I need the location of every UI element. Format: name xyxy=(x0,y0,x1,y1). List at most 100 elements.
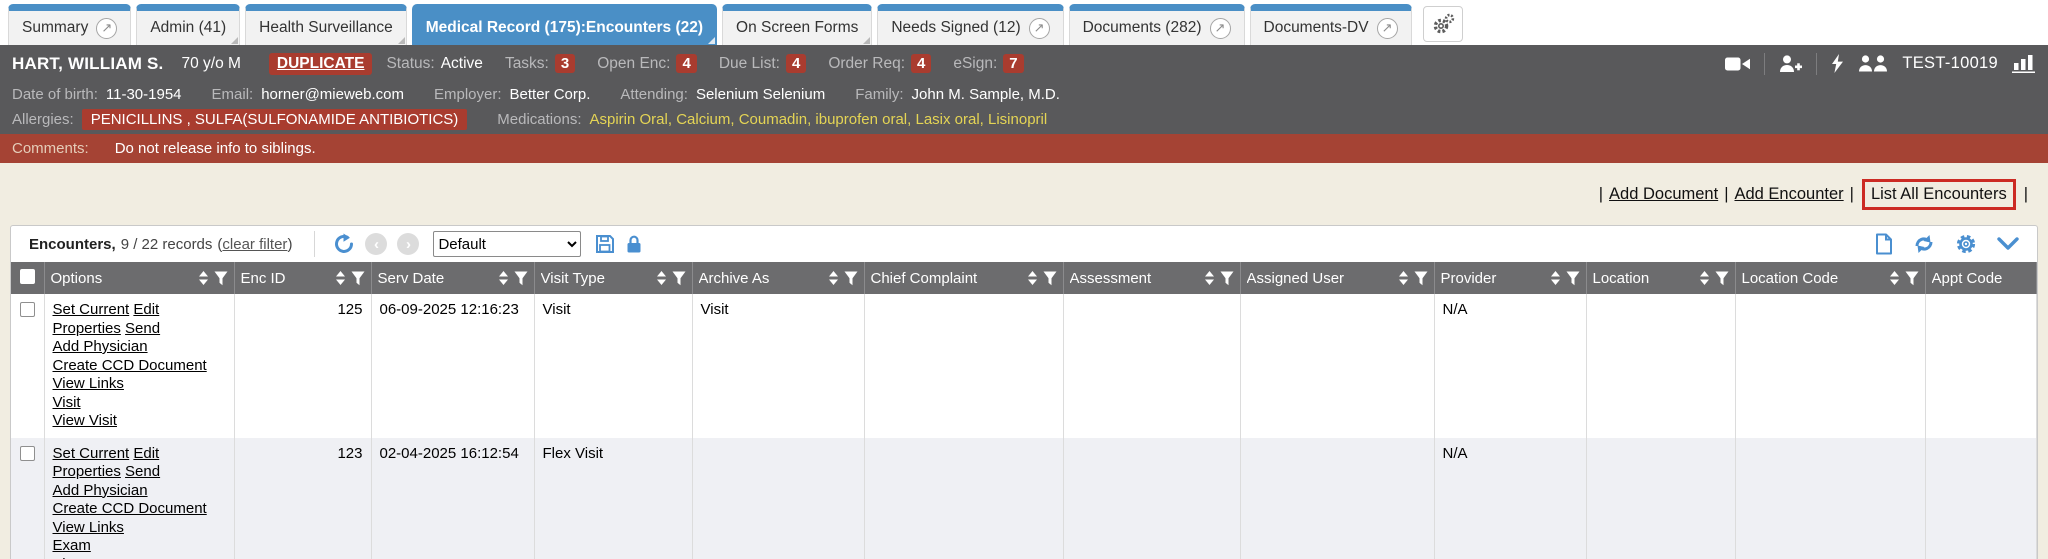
save-view-button[interactable] xyxy=(595,234,615,254)
popout-icon[interactable]: ↗ xyxy=(96,18,117,39)
medications-label: Medications: xyxy=(497,111,581,128)
tab-health-surveillance[interactable]: Health Surveillance xyxy=(245,4,407,45)
counter-badge[interactable]: 4 xyxy=(786,54,806,73)
column-header-chief-complaint[interactable]: Chief Complaint xyxy=(864,262,1063,294)
chart-stats-button[interactable] xyxy=(2012,54,2036,73)
column-label: Visit Type xyxy=(541,270,656,287)
add-person-button[interactable] xyxy=(1779,55,1802,73)
filter-funnel-icon[interactable] xyxy=(351,271,365,286)
filter-funnel-icon[interactable] xyxy=(1043,271,1057,286)
new-document-button[interactable] xyxy=(1875,233,1893,255)
filter-funnel-icon[interactable] xyxy=(514,271,528,286)
filter-funnel-icon[interactable] xyxy=(844,271,858,286)
filter-funnel-icon[interactable] xyxy=(1905,271,1919,286)
column-label: Serv Date xyxy=(378,270,498,287)
medications-list[interactable]: Aspirin Oral, Calcium, Coumadin, ibuprof… xyxy=(590,111,1048,128)
row-checkbox[interactable] xyxy=(20,302,35,317)
patients-button[interactable] xyxy=(1858,55,1888,72)
video-visit-button[interactable] xyxy=(1725,56,1750,72)
column-header-location-code[interactable]: Location Code xyxy=(1735,262,1925,294)
option-link-visit[interactable]: Visit xyxy=(53,394,81,411)
tab-on-screen-forms[interactable]: On Screen Forms xyxy=(722,4,872,45)
option-link-edit[interactable]: Edit xyxy=(133,445,159,462)
filter-funnel-icon[interactable] xyxy=(1715,271,1729,286)
prev-page-button[interactable]: ‹ xyxy=(365,233,387,255)
tab-needs-signed-12[interactable]: Needs Signed (12)↗ xyxy=(877,4,1063,45)
tab-documents-dv[interactable]: Documents-DV↗ xyxy=(1250,4,1412,45)
option-link-set-current[interactable]: Set Current xyxy=(53,445,130,462)
sort-icon[interactable] xyxy=(656,270,667,286)
counter-badge[interactable]: 3 xyxy=(555,54,575,73)
tab-admin-41[interactable]: Admin (41) xyxy=(136,4,240,45)
option-link-create-ccd-document[interactable]: Create CCD Document xyxy=(53,500,207,517)
action-link-add-encounter[interactable]: Add Encounter xyxy=(1734,185,1843,204)
duplicate-badge[interactable]: DUPLICATE xyxy=(269,53,373,75)
quick-action-button[interactable] xyxy=(1831,54,1844,73)
column-header-appt-code[interactable]: Appt Code xyxy=(1925,262,2037,294)
filter-funnel-icon[interactable] xyxy=(1566,271,1580,286)
option-link-edit[interactable]: Edit xyxy=(133,301,159,318)
refresh-button[interactable] xyxy=(1913,234,1935,254)
column-header-serv-date[interactable]: Serv Date xyxy=(371,262,534,294)
filter-funnel-icon[interactable] xyxy=(1414,271,1428,286)
column-header-provider[interactable]: Provider xyxy=(1434,262,1586,294)
option-link-view-visit[interactable]: View Visit xyxy=(53,412,117,429)
option-link-view-links[interactable]: View Links xyxy=(53,519,124,536)
tab-summary[interactable]: Summary↗ xyxy=(8,4,131,45)
sort-icon[interactable] xyxy=(1027,270,1038,286)
sort-icon[interactable] xyxy=(1889,270,1900,286)
option-link-add-physician[interactable]: Add Physician xyxy=(53,482,148,499)
email-value: horner@mieweb.com xyxy=(261,86,404,103)
column-header-options[interactable]: Options xyxy=(44,262,234,294)
option-link-send[interactable]: Send xyxy=(125,320,160,337)
sort-icon[interactable] xyxy=(335,270,346,286)
undo-filter-button[interactable] xyxy=(333,233,355,255)
option-link-add-physician[interactable]: Add Physician xyxy=(53,338,148,355)
option-link-properties[interactable]: Properties xyxy=(53,320,121,337)
clear-filter-link[interactable]: clear filter xyxy=(222,236,287,253)
column-header-archive-as[interactable]: Archive As xyxy=(692,262,864,294)
grid-settings-button[interactable] xyxy=(1955,233,1977,255)
option-link-create-ccd-document[interactable]: Create CCD Document xyxy=(53,357,207,374)
action-link-add-document[interactable]: Add Document xyxy=(1609,185,1718,204)
column-header-assessment[interactable]: Assessment xyxy=(1063,262,1240,294)
popout-icon[interactable]: ↗ xyxy=(1210,18,1231,39)
option-link-view-links[interactable]: View Links xyxy=(53,375,124,392)
action-link-list-all-encounters[interactable]: List All Encounters xyxy=(1871,185,2007,203)
column-header-visit-type[interactable]: Visit Type xyxy=(534,262,692,294)
sort-icon[interactable] xyxy=(1550,270,1561,286)
row-checkbox[interactable] xyxy=(20,446,35,461)
tab-documents-282[interactable]: Documents (282)↗ xyxy=(1069,4,1245,45)
sort-icon[interactable] xyxy=(828,270,839,286)
column-header-assigned-user[interactable]: Assigned User xyxy=(1240,262,1434,294)
collapse-panel-button[interactable] xyxy=(1997,237,2019,251)
tab-medical-record-175-encounters-22[interactable]: Medical Record (175):Encounters (22) xyxy=(412,4,717,45)
counter-badge[interactable]: 7 xyxy=(1003,54,1023,73)
option-link-view[interactable]: View xyxy=(53,556,85,559)
sort-icon[interactable] xyxy=(498,270,509,286)
option-link-properties[interactable]: Properties xyxy=(53,463,121,480)
tab-label: Health Surveillance xyxy=(259,19,393,37)
popout-icon[interactable]: ↗ xyxy=(1029,18,1050,39)
option-link-set-current[interactable]: Set Current xyxy=(53,301,130,318)
column-header-enc-id[interactable]: Enc ID xyxy=(234,262,371,294)
sort-icon[interactable] xyxy=(1204,270,1215,286)
option-link-exam[interactable]: Exam xyxy=(53,537,91,554)
counter-badge[interactable]: 4 xyxy=(676,54,696,73)
counter-badge[interactable]: 4 xyxy=(911,54,931,73)
filter-funnel-icon[interactable] xyxy=(214,271,228,286)
sort-icon[interactable] xyxy=(198,270,209,286)
tab-settings-button[interactable] xyxy=(1423,6,1463,42)
view-select[interactable]: Default xyxy=(433,231,581,257)
column-header-location[interactable]: Location xyxy=(1586,262,1735,294)
option-link-send[interactable]: Send xyxy=(125,463,160,480)
sort-icon[interactable] xyxy=(1398,270,1409,286)
allergies-badge[interactable]: PENICILLINS , SULFA(SULFONAMIDE ANTIBIOT… xyxy=(82,109,468,130)
filter-funnel-icon[interactable] xyxy=(1220,271,1234,286)
select-all-checkbox[interactable] xyxy=(20,269,35,284)
sort-icon[interactable] xyxy=(1699,270,1710,286)
lock-view-button[interactable] xyxy=(625,234,643,254)
filter-funnel-icon[interactable] xyxy=(672,271,686,286)
popout-icon[interactable]: ↗ xyxy=(1377,18,1398,39)
next-page-button[interactable]: › xyxy=(397,233,419,255)
